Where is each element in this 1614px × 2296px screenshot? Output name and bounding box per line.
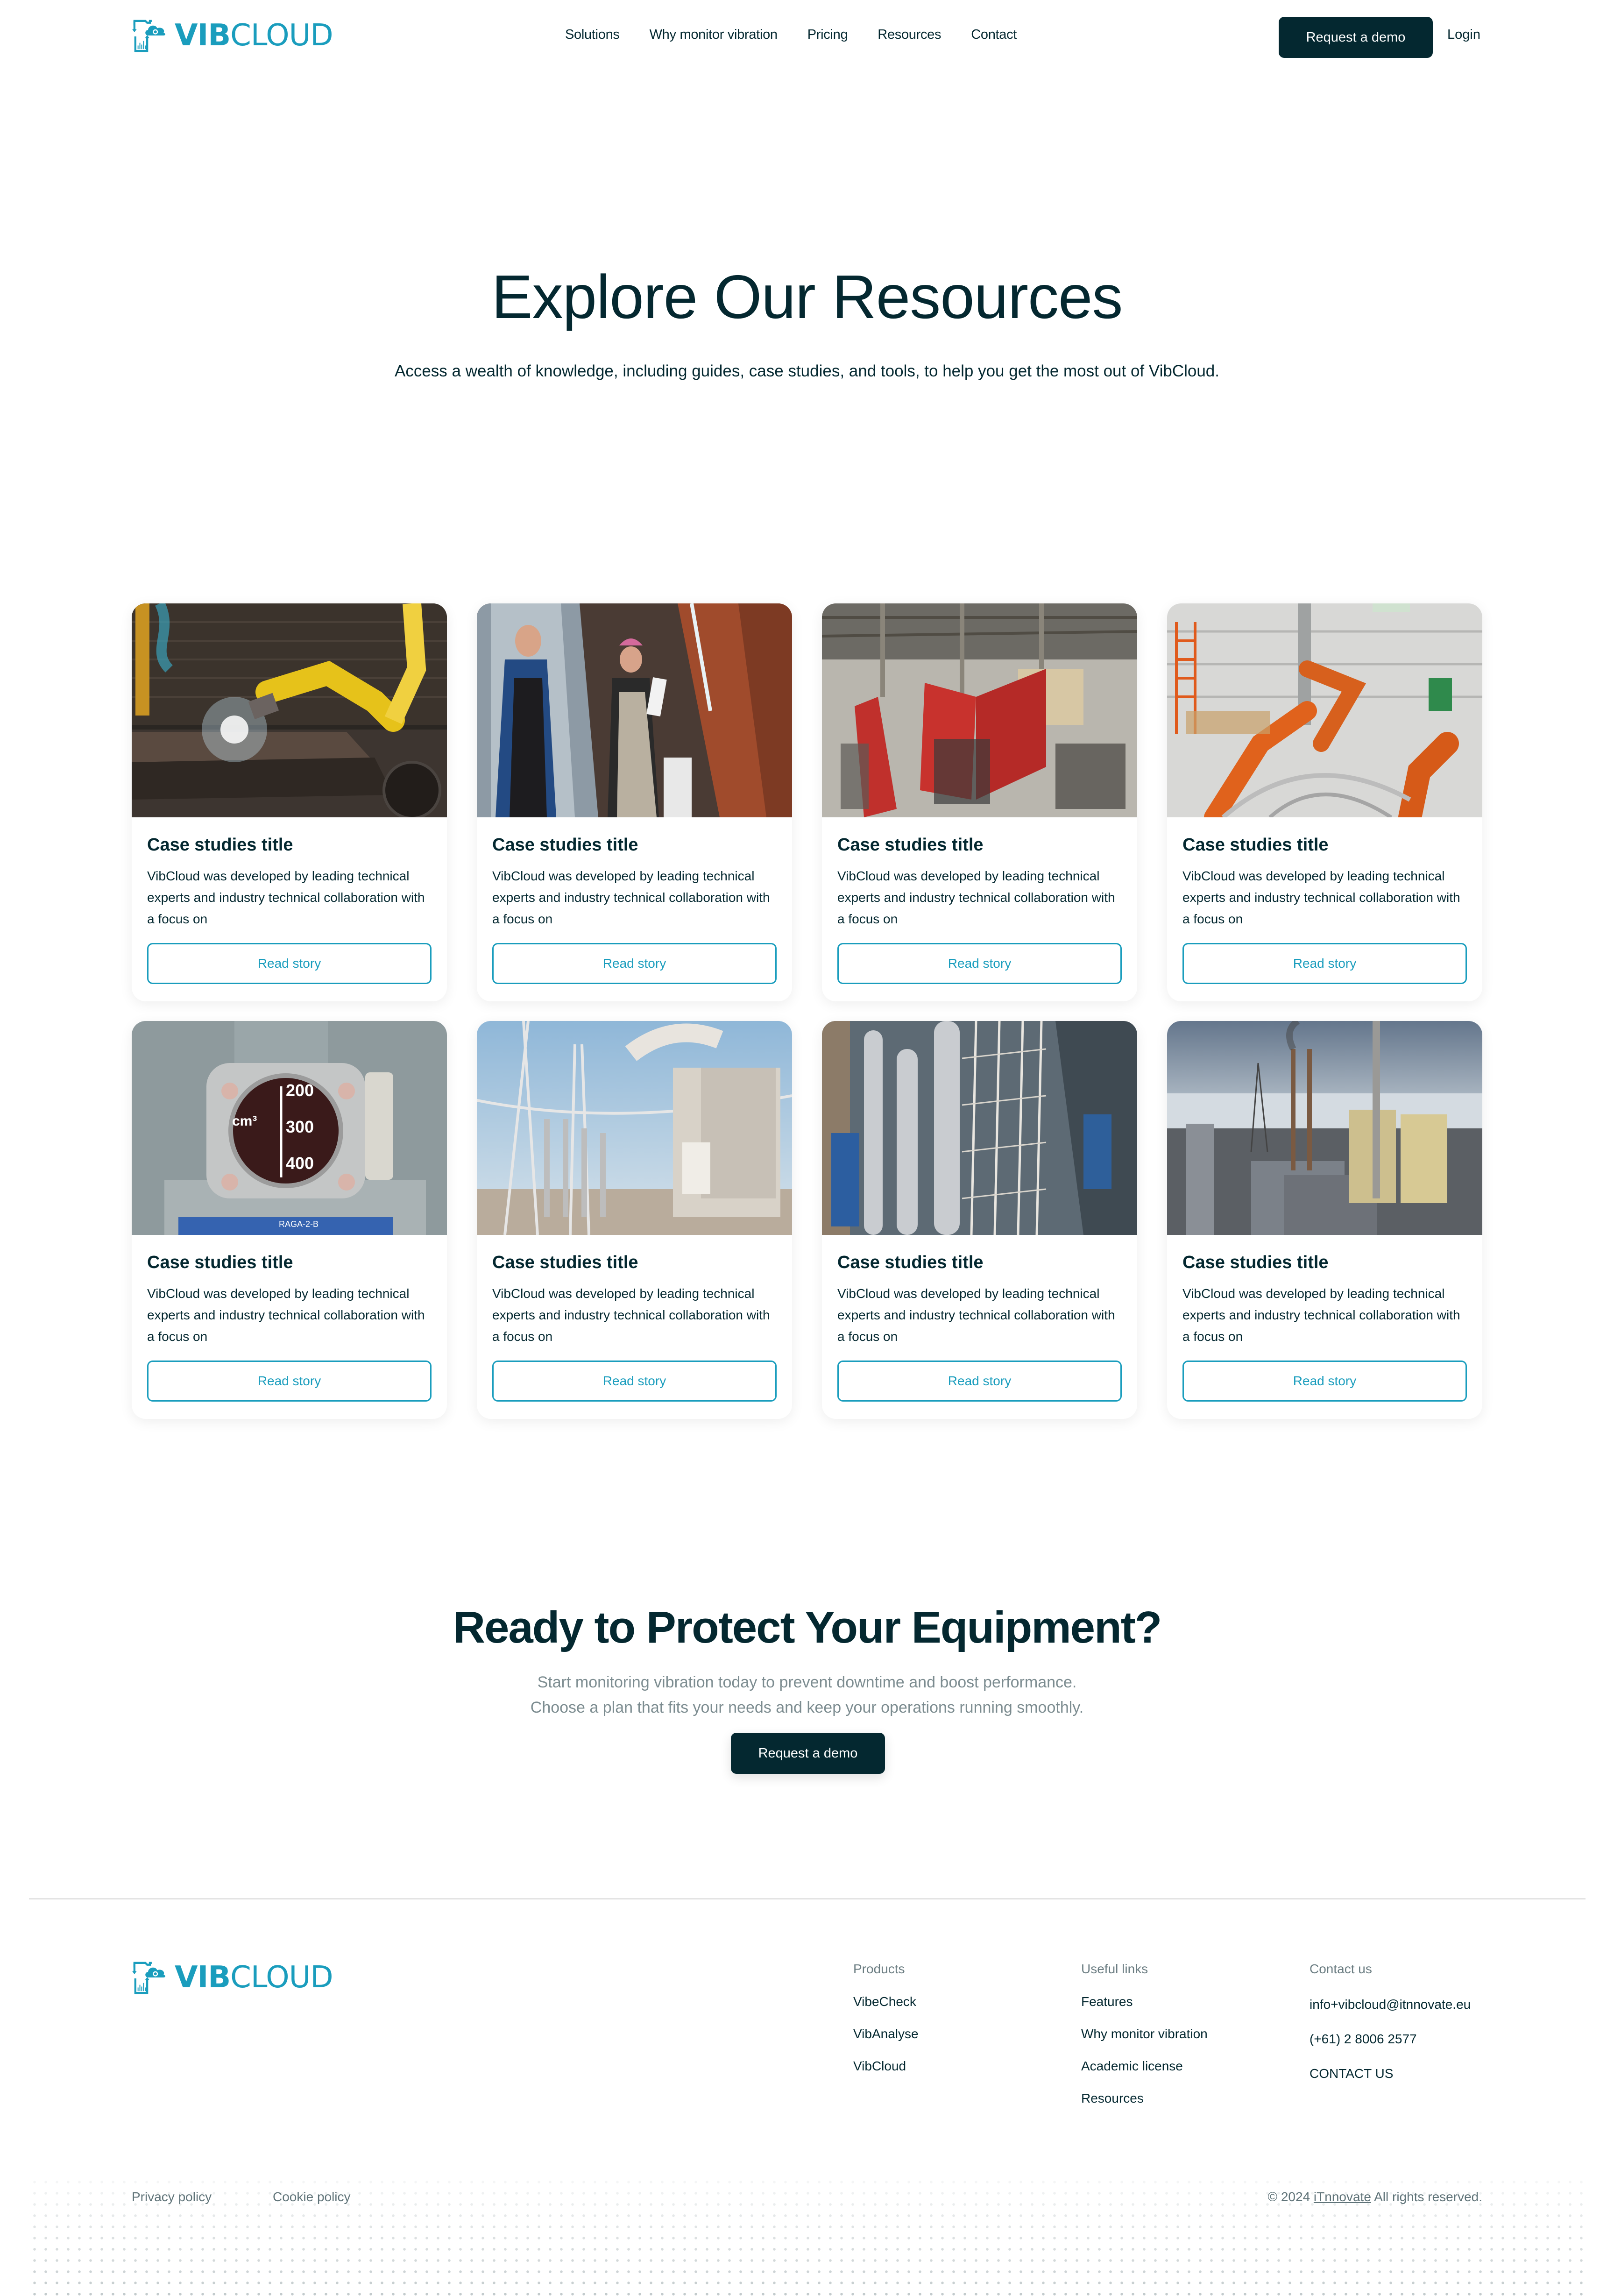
card-image-factory-floor [822, 603, 1137, 817]
footer-column-contact: Contact us info+vibcloud@itnnovate.eu (+… [1310, 1962, 1471, 2101]
footer-phone-link[interactable]: (+61) 2 8006 2577 [1310, 2032, 1471, 2047]
card-image-cement-plant [822, 1021, 1137, 1235]
card-description: VibCloud was developed by leading techni… [492, 869, 770, 926]
read-story-button[interactable]: Read story [1182, 943, 1467, 984]
main-nav: Solutions Why monitor vibration Pricing … [565, 27, 1017, 43]
read-story-button[interactable]: Read story [147, 1361, 432, 1402]
case-study-card: Case studies title VibCloud was develope… [1167, 1021, 1482, 1419]
cta-title: Ready to Protect Your Equipment? [453, 1602, 1162, 1652]
cookie-policy-link[interactable]: Cookie policy [273, 2190, 351, 2204]
case-study-card: Case studies title VibCloud was develope… [1167, 603, 1482, 1001]
footer-column-products: Products VibeCheck VibAnalyse VibCloud [853, 1962, 919, 2091]
copyright-text: © 2024 iTnnovate All rights reserved. [1267, 2190, 1482, 2204]
case-study-card: 200 300 400 cm³ RAGA-2-B Case studies ti… [132, 1021, 447, 1419]
card-title: Case studies title [147, 835, 293, 855]
footer-heading: Useful links [1081, 1962, 1148, 1976]
card-image-gas-receiver-gauge: 200 300 400 cm³ RAGA-2-B [132, 1021, 447, 1235]
card-title: Case studies title [147, 1253, 293, 1272]
cta-subtitle: Start monitoring vibration today to prev… [0, 1670, 1614, 1720]
read-story-button[interactable]: Read story [492, 1361, 777, 1402]
footer-contact-us-link[interactable]: CONTACT US [1310, 2066, 1471, 2081]
nav-pricing[interactable]: Pricing [807, 27, 848, 43]
cta-request-demo-button[interactable]: Request a demo [731, 1733, 885, 1774]
card-title: Case studies title [837, 835, 984, 855]
case-study-card: Case studies title VibCloud was develope… [477, 1021, 792, 1419]
footer-link-vibecheck[interactable]: VibeCheck [853, 1994, 919, 2009]
case-study-card: Case studies title VibCloud was develope… [822, 1021, 1137, 1419]
card-description: VibCloud was developed by leading techni… [1182, 869, 1460, 926]
page-title: Explore Our Resources [491, 262, 1123, 331]
card-image-robotic-welding [132, 603, 447, 817]
nav-resources[interactable]: Resources [878, 27, 941, 43]
card-image-automotive-robots [1167, 603, 1482, 817]
footer-heading: Products [853, 1962, 905, 1976]
card-image-electrical-substation [477, 1021, 792, 1235]
vibcloud-logo-icon [132, 1962, 165, 1994]
site-header: VIBCLOUD Solutions Why monitor vibration… [0, 0, 1614, 75]
footer-heading: Contact us [1310, 1962, 1372, 1976]
card-description: VibCloud was developed by leading techni… [147, 1286, 425, 1344]
gauge-plate: RAGA-2-B [279, 1219, 319, 1229]
card-image-power-plant [1167, 1021, 1482, 1235]
footer-link-resources[interactable]: Resources [1081, 2091, 1208, 2106]
footer-logo[interactable]: VIBCLOUD [132, 1960, 333, 1995]
logo-wordmark: VIBCLOUD [175, 18, 333, 53]
card-description: VibCloud was developed by leading techni… [1182, 1286, 1460, 1344]
privacy-policy-link[interactable]: Privacy policy [132, 2190, 212, 2204]
cta-line-2: Choose a plan that fits your needs and k… [530, 1699, 1084, 1716]
gauge-unit: cm³ [232, 1113, 257, 1129]
read-story-button[interactable]: Read story [1182, 1361, 1467, 1402]
header-logo[interactable]: VIBCLOUD [132, 18, 333, 53]
card-description: VibCloud was developed by leading techni… [837, 1286, 1115, 1344]
footer-email-link[interactable]: info+vibcloud@itnnovate.eu [1310, 1997, 1471, 2012]
case-study-card: Case studies title VibCloud was develope… [477, 603, 792, 1001]
logo-wordmark: VIBCLOUD [175, 1960, 333, 1995]
read-story-button[interactable]: Read story [147, 943, 432, 984]
card-description: VibCloud was developed by leading techni… [837, 869, 1115, 926]
request-demo-button[interactable]: Request a demo [1279, 17, 1433, 58]
card-title: Case studies title [837, 1253, 984, 1272]
footer-link-vibanalyse[interactable]: VibAnalyse [853, 2027, 919, 2041]
card-title: Case studies title [1182, 1253, 1329, 1272]
nav-solutions[interactable]: Solutions [565, 27, 620, 43]
footer-column-useful-links: Useful links Features Why monitor vibrat… [1081, 1962, 1208, 2123]
footer-link-why-monitor-vibration[interactable]: Why monitor vibration [1081, 2027, 1208, 2041]
nav-why-monitor-vibration[interactable]: Why monitor vibration [650, 27, 778, 43]
footer-link-features[interactable]: Features [1081, 1994, 1208, 2009]
cta-line-1: Start monitoring vibration today to prev… [537, 1673, 1077, 1691]
case-study-card: Case studies title VibCloud was develope… [132, 603, 447, 1001]
case-studies-grid: Case studies title VibCloud was develope… [132, 603, 1483, 1419]
card-description: VibCloud was developed by leading techni… [147, 869, 425, 926]
footer-link-vibcloud[interactable]: VibCloud [853, 2059, 919, 2074]
case-study-card: Case studies title VibCloud was develope… [822, 603, 1137, 1001]
nav-contact[interactable]: Contact [971, 27, 1017, 43]
login-link[interactable]: Login [1447, 27, 1480, 43]
card-title: Case studies title [1182, 835, 1329, 855]
footer-divider [29, 1898, 1586, 1899]
card-description: VibCloud was developed by leading techni… [492, 1286, 770, 1344]
read-story-button[interactable]: Read story [837, 943, 1122, 984]
footer-link-academic-license[interactable]: Academic license [1081, 2059, 1208, 2074]
vibcloud-logo-icon [132, 20, 165, 52]
gauge-scale: 200 300 400 [286, 1081, 314, 1173]
card-image-brewery-workers [477, 603, 792, 817]
page-subtitle: Access a wealth of knowledge, including … [395, 362, 1219, 380]
read-story-button[interactable]: Read story [492, 943, 777, 984]
read-story-button[interactable]: Read story [837, 1361, 1122, 1402]
card-title: Case studies title [492, 835, 638, 855]
itnnovate-link[interactable]: iTnnovate [1314, 2190, 1371, 2204]
card-title: Case studies title [492, 1253, 638, 1272]
